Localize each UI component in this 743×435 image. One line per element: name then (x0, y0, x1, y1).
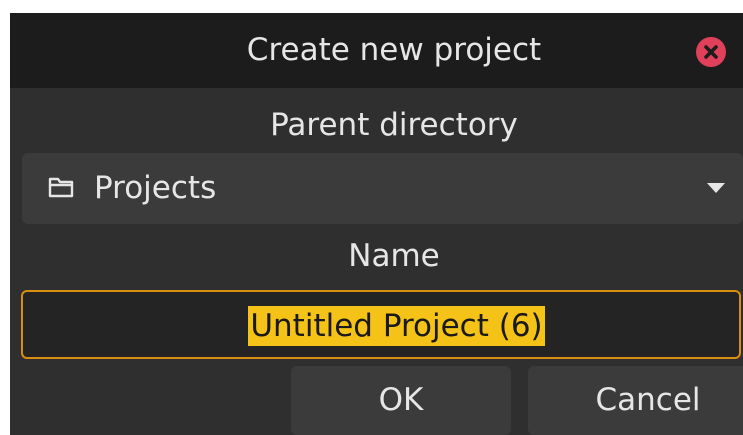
parent-directory-label: Parent directory (270, 107, 518, 143)
close-icon[interactable] (696, 37, 726, 67)
parent-directory-value: Projects (94, 170, 217, 206)
dialog-titlebar: Create new project (10, 13, 743, 88)
project-name-input[interactable]: Untitled Project (6) (21, 290, 741, 359)
project-name-value: Untitled Project (6) (248, 305, 545, 346)
create-project-dialog: Create new project Parent directory Proj… (10, 13, 743, 435)
cancel-button[interactable]: Cancel (528, 366, 743, 435)
dialog-title: Create new project (246, 32, 542, 68)
name-label: Name (348, 238, 440, 274)
ok-button[interactable]: OK (291, 366, 511, 435)
project-name-field: Untitled Project (6) (23, 292, 743, 357)
parent-directory-dropdown[interactable]: Projects (22, 153, 743, 224)
chevron-down-icon (707, 183, 725, 193)
folder-icon (48, 177, 74, 198)
